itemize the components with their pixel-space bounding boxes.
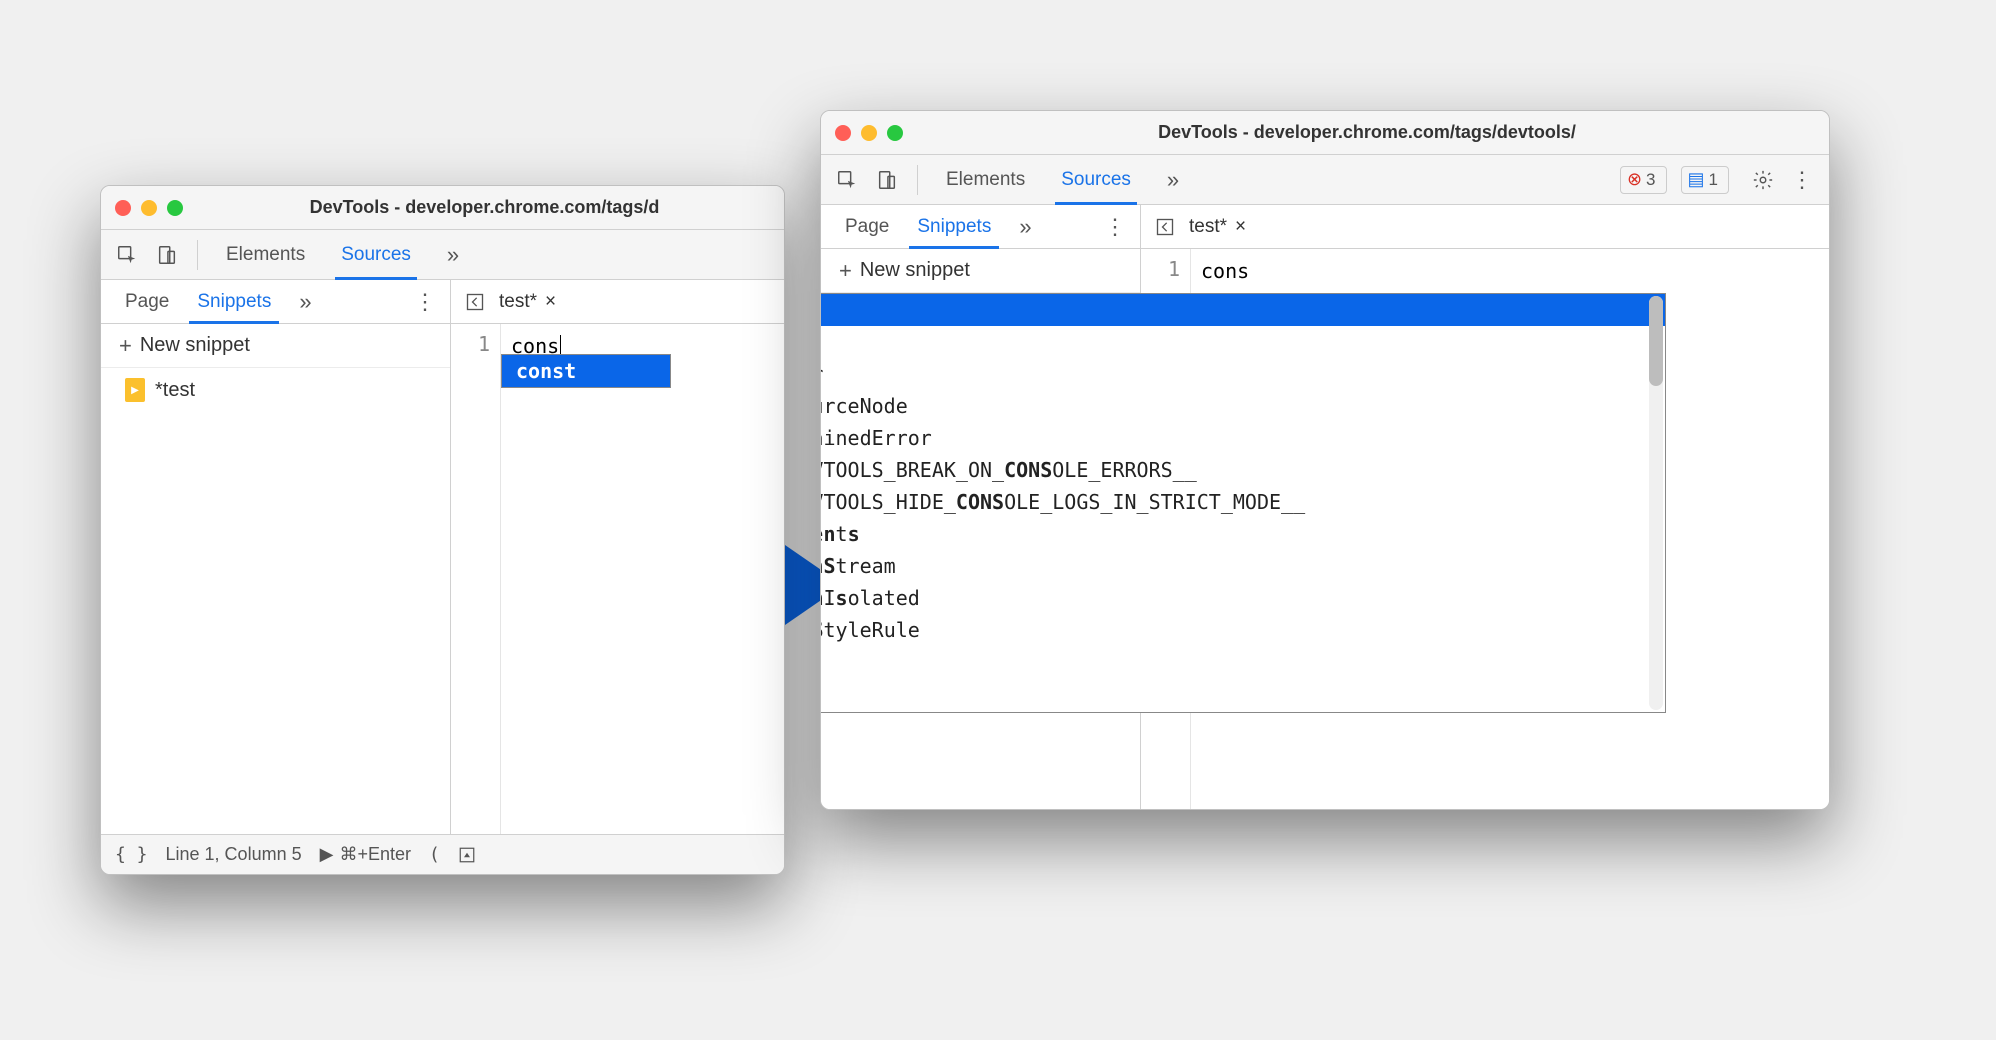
nav-back-icon[interactable]: [1151, 213, 1179, 241]
titlebar: DevTools - developer.chrome.com/tags/d: [101, 186, 784, 230]
new-snippet-label: New snippet: [860, 259, 970, 282]
close-window-button[interactable]: [835, 125, 851, 141]
issues-badge[interactable]: ▤ 1: [1681, 166, 1729, 194]
autocomplete-popup[interactable]: const: [501, 354, 671, 388]
new-snippet-label: New snippet: [140, 334, 250, 357]
file-tab-test[interactable]: test* ×: [499, 291, 556, 313]
titlebar: DevTools - developer.chrome.com/tags/dev…: [821, 111, 1829, 155]
error-count: 3: [1646, 170, 1655, 190]
history-button[interactable]: [458, 846, 476, 864]
close-window-button[interactable]: [115, 200, 131, 216]
window-title: DevTools - developer.chrome.com/tags/d: [199, 197, 770, 218]
autocomplete-item[interactable]: const: [820, 326, 1665, 358]
window-body: + New snippet * 1 cons consoleconstconst…: [821, 249, 1829, 809]
main-menu-button[interactable]: ⋮: [1787, 164, 1819, 196]
navigator-menu-button[interactable]: ⋮: [1102, 213, 1130, 241]
line-number: 1: [1141, 257, 1180, 281]
issue-count: 1: [1709, 170, 1718, 190]
device-toolbar-icon[interactable]: [151, 239, 183, 271]
line-gutter: 1: [451, 324, 501, 834]
cursor-position: Line 1, Column 5: [166, 844, 302, 865]
select-element-icon[interactable]: [831, 164, 863, 196]
navigator-tabs: Page Snippets » ⋮: [101, 280, 451, 323]
tab-sources[interactable]: Sources: [1047, 156, 1145, 204]
code-area[interactable]: cons const: [501, 324, 784, 834]
autocomplete-item[interactable]: __REACT_DEVTOOLS_BREAK_ON_CONSOLE_ERRORS…: [820, 454, 1665, 486]
snippet-item[interactable]: *test: [101, 368, 450, 412]
navigator-more-tabs[interactable]: »: [285, 281, 325, 323]
code-editor[interactable]: 1 cons const: [451, 324, 784, 834]
play-icon: ▶: [320, 844, 334, 865]
sources-subbar: Page Snippets » ⋮ test* ×: [101, 280, 784, 324]
navigator-menu-button[interactable]: ⋮: [412, 288, 440, 316]
error-icon: ⊗: [1627, 169, 1642, 190]
snippet-item-label: *test: [155, 379, 195, 402]
plus-icon: +: [119, 333, 132, 359]
window-controls: [835, 125, 903, 141]
more-tabs-button[interactable]: »: [433, 231, 473, 279]
autocomplete-item[interactable]: OverconstrainedError: [820, 422, 1665, 454]
issue-icon: ▤: [1688, 169, 1705, 190]
file-tab-test[interactable]: test* ×: [1189, 216, 1246, 238]
window-controls: [115, 200, 183, 216]
nav-back-icon[interactable]: [461, 288, 489, 316]
snippets-sidebar: + New snippet *test: [101, 324, 451, 834]
autocomplete-item[interactable]: crossOriginIsolated: [820, 582, 1665, 614]
close-tab-icon[interactable]: ×: [545, 291, 556, 313]
pretty-print-button[interactable]: { }: [115, 844, 148, 865]
window-title: DevTools - developer.chrome.com/tags/dev…: [919, 122, 1815, 143]
file-tab-label: test*: [1189, 216, 1227, 238]
devtools-window-after: DevTools - developer.chrome.com/tags/dev…: [820, 110, 1830, 810]
plus-icon: +: [839, 258, 852, 284]
sources-subbar: Page Snippets » ⋮ test* ×: [821, 205, 1829, 249]
autocomplete-popup[interactable]: consoleconstconstructorConstantSourceNod…: [820, 293, 1666, 713]
new-snippet-button[interactable]: + New snippet: [821, 249, 1140, 293]
maximize-window-button[interactable]: [167, 200, 183, 216]
tab-elements[interactable]: Elements: [932, 156, 1039, 204]
minimize-window-button[interactable]: [861, 125, 877, 141]
main-toolbar: Elements Sources » ⊗ 3 ▤ 1 ⋮: [821, 155, 1829, 205]
autocomplete-item[interactable]: const: [502, 355, 670, 387]
toolbar-divider: [197, 240, 198, 270]
device-toolbar-icon[interactable]: [871, 164, 903, 196]
tab-elements[interactable]: Elements: [212, 231, 319, 279]
coverage-button[interactable]: (: [429, 844, 440, 865]
tab-page[interactable]: Page: [831, 206, 903, 248]
tab-snippets[interactable]: Snippets: [903, 206, 1005, 248]
autocomplete-item[interactable]: CSSCounterStyleRule: [820, 614, 1665, 646]
settings-icon[interactable]: [1747, 164, 1779, 196]
main-toolbar: Elements Sources »: [101, 230, 784, 280]
editor-tabs: test* ×: [451, 280, 784, 323]
tab-sources[interactable]: Sources: [327, 231, 425, 279]
more-tabs-button[interactable]: »: [1153, 156, 1193, 204]
scrollbar-thumb[interactable]: [1649, 296, 1663, 386]
maximize-window-button[interactable]: [887, 125, 903, 141]
snippet-file-icon: [125, 378, 145, 402]
autocomplete-item[interactable]: CompressionStream: [820, 550, 1665, 582]
status-bar: { } Line 1, Column 5 ▶ ⌘+Enter (: [101, 834, 784, 874]
toolbar-divider: [917, 165, 918, 195]
devtools-window-before: DevTools - developer.chrome.com/tags/d E…: [100, 185, 785, 875]
typed-text: cons: [1201, 259, 1249, 283]
line-number: 1: [451, 332, 490, 356]
tab-snippets[interactable]: Snippets: [183, 281, 285, 323]
navigator-more-tabs[interactable]: »: [1005, 206, 1045, 248]
new-snippet-button[interactable]: + New snippet: [101, 324, 450, 368]
autocomplete-item[interactable]: console: [820, 294, 1665, 326]
select-element-icon[interactable]: [111, 239, 143, 271]
minimize-window-button[interactable]: [141, 200, 157, 216]
run-snippet-button[interactable]: ▶ ⌘+Enter: [320, 844, 411, 865]
file-tab-label: test*: [499, 291, 537, 313]
window-body: + New snippet *test 1 cons const: [101, 324, 784, 834]
navigator-tabs: Page Snippets » ⋮: [821, 205, 1141, 248]
close-tab-icon[interactable]: ×: [1235, 216, 1246, 238]
autocomplete-item[interactable]: constructor: [820, 358, 1665, 390]
editor-tabs: test* ×: [1141, 205, 1829, 248]
errors-badge[interactable]: ⊗ 3: [1620, 166, 1667, 194]
autocomplete-item[interactable]: customElements: [820, 518, 1665, 550]
tab-page[interactable]: Page: [111, 281, 183, 323]
autocomplete-item[interactable]: __REACT_DEVTOOLS_HIDE_CONSOLE_LOGS_IN_ST…: [820, 486, 1665, 518]
run-shortcut-label: ⌘+Enter: [339, 844, 411, 865]
autocomplete-item[interactable]: ConstantSourceNode: [820, 390, 1665, 422]
